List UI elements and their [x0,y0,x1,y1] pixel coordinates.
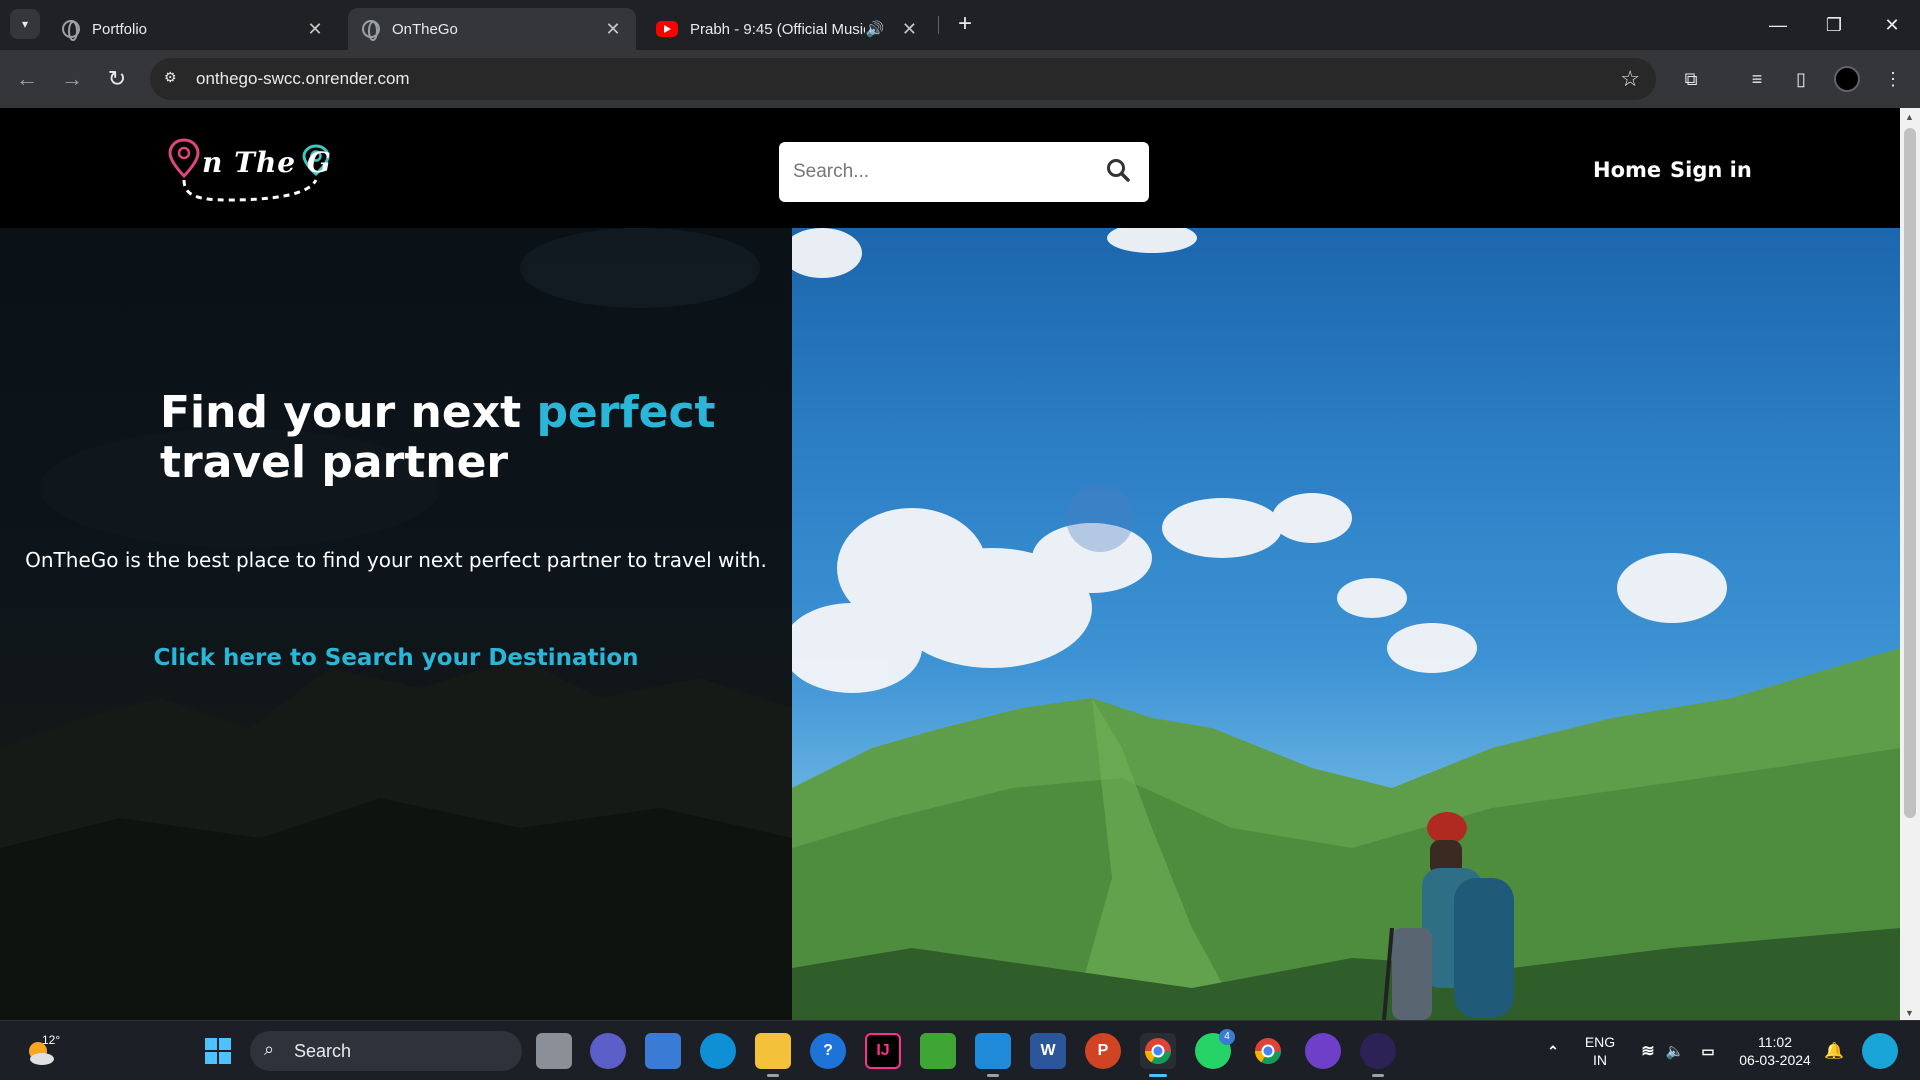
open-indicator [1372,1074,1384,1077]
microsoft-store-icon[interactable] [645,1033,681,1069]
clock-date: 06-03-2024 [1739,1052,1811,1068]
site-search-box [779,142,1149,202]
tab-title: Portfolio [92,20,148,38]
more-menu-icon[interactable]: ⋮ [1876,62,1910,96]
task-view-icon[interactable] [536,1033,572,1069]
profile-avatar[interactable] [1834,66,1860,92]
language-code: ENG [1584,1034,1616,1050]
headline-accent: perfect [536,387,716,438]
open-indicator [987,1074,999,1077]
globe-icon [62,20,80,41]
windows-start-icon[interactable] [200,1033,236,1069]
android-studio-icon[interactable] [920,1033,956,1069]
site-info-icon[interactable]: ⚙ [164,69,184,89]
headline-end: travel partner [160,437,509,488]
close-tab-icon[interactable]: ✕ [302,19,328,40]
minimize-icon[interactable]: — [1750,0,1806,50]
browser-toolbar: ← → ↻ ⚙ onthego-swcc.onrender.com ☆ ⧉ ≡ … [0,50,1920,108]
hero-text-panel: Find your next perfect travel partner On… [0,228,792,1020]
intellij-icon[interactable]: IJ [865,1033,901,1069]
nav-signin-link[interactable]: Sign in [1670,158,1752,182]
region-code: IN [1593,1052,1607,1068]
site-logo[interactable]: n The G [168,138,333,208]
eclipse-icon[interactable] [1360,1033,1396,1077]
show-hidden-icons-chevron[interactable]: ⌃ [1535,1033,1571,1069]
media-controls-icon[interactable]: ≡ [1740,62,1774,96]
url-text[interactable]: onthego-swcc.onrender.com [196,69,410,89]
windows-taskbar: 12° ⌕ Search ? IJ W P 4 ⌃ ENG IN ≋ 🔈 ▭ 1… [0,1020,1920,1080]
tab-portfolio[interactable]: Portfolio ✕ [48,8,338,50]
chrome-icon[interactable] [1250,1033,1286,1069]
browser-tab-bar: ▾ Portfolio ✕ OnTheGo ✕ Prabh - 9:45 (Of… [0,0,1920,50]
hero-headline: Find your next perfect travel partner [160,388,720,488]
close-tab-icon[interactable]: ✕ [897,19,922,40]
taskbar-search-label: Search [294,1041,352,1061]
notification-bell-icon[interactable]: 🔔 [1816,1033,1852,1069]
clock-time: 11:02 [1758,1034,1792,1050]
back-icon[interactable]: ← [10,62,44,96]
side-panel-icon[interactable]: ▯ [1784,62,1818,96]
bookmark-star-icon[interactable]: ☆ [1620,66,1640,92]
hero-subline: OnTheGo is the best place to find your n… [25,548,767,572]
new-tab-button[interactable]: + [950,10,980,40]
search-icon: ⌕ [264,1039,275,1059]
language-indicator[interactable]: ENG IN [1580,1033,1620,1069]
mountain-landscape-illustration [792,228,1900,1020]
weather-temperature: 12° [42,1033,61,1047]
nav-home-link[interactable]: Home [1593,158,1661,182]
dark-mountain-background [0,228,792,1020]
headline-start: Find your next [160,387,537,438]
globe-icon [362,20,380,41]
forward-icon[interactable]: → [55,62,89,96]
hero-image [792,228,1900,1020]
tab-separator [938,16,939,34]
taskbar-search[interactable]: ⌕ Search [250,1031,522,1071]
scroll-down-icon[interactable]: ▼ [1905,1008,1914,1018]
clock[interactable]: 11:02 06-03-2024 [1730,1033,1820,1069]
address-bar[interactable]: ⚙ onthego-swcc.onrender.com ☆ [150,58,1656,100]
open-indicator [767,1074,779,1077]
battery-icon[interactable]: ▭ [1690,1033,1726,1069]
copilot-icon[interactable] [1862,1033,1898,1069]
extensions-icon[interactable]: ⧉ [1674,62,1708,96]
speaker-icon[interactable]: 🔊 [865,20,888,38]
close-tab-icon[interactable]: ✕ [600,19,626,40]
youtube-icon [656,21,678,37]
file-explorer-icon[interactable] [755,1033,791,1077]
tab-title: OnTheGo [392,20,458,38]
page-scrollbar[interactable]: ▲ ▼ [1900,108,1920,1020]
notification-badge: 4 [1219,1029,1235,1045]
tab-search-button[interactable]: ▾ [10,9,40,39]
weather-widget[interactable]: 12° [22,1031,62,1071]
site-search-input[interactable] [793,156,1093,188]
word-icon[interactable]: W [1030,1033,1066,1069]
powerpoint-icon[interactable]: P [1085,1033,1121,1069]
whatsapp-icon[interactable]: 4 [1195,1029,1235,1069]
tab-onthego[interactable]: OnTheGo ✕ [348,8,636,50]
scrollbar-thumb[interactable] [1904,128,1916,818]
site-header: n The G Home Sign in [0,108,1900,228]
tab-title: Prabh - 9:45 (Official Music [690,20,866,38]
github-desktop-icon[interactable] [1305,1033,1341,1069]
active-indicator [1149,1074,1167,1077]
close-window-icon[interactable]: ✕ [1864,0,1920,50]
help-icon[interactable]: ? [810,1033,846,1069]
teams-chat-icon[interactable] [590,1033,626,1069]
chrome-active-icon[interactable] [1140,1033,1176,1077]
scroll-up-icon[interactable]: ▲ [1905,112,1914,122]
logo-text: n The G [202,146,332,179]
search-icon[interactable] [1105,157,1135,187]
edge-browser-icon[interactable] [700,1033,736,1069]
search-destination-link[interactable]: Click here to Search your Destination [0,645,792,671]
vscode-icon[interactable] [975,1033,1011,1077]
volume-icon[interactable]: 🔈 [1657,1033,1693,1069]
restore-icon[interactable]: ❐ [1806,0,1862,50]
page-viewport: n The G Home Sign in Find your next perf… [0,108,1900,1020]
reload-icon[interactable]: ↻ [100,62,134,96]
tab-youtube[interactable]: Prabh - 9:45 (Official Music 🔊 ✕ [642,8,932,50]
